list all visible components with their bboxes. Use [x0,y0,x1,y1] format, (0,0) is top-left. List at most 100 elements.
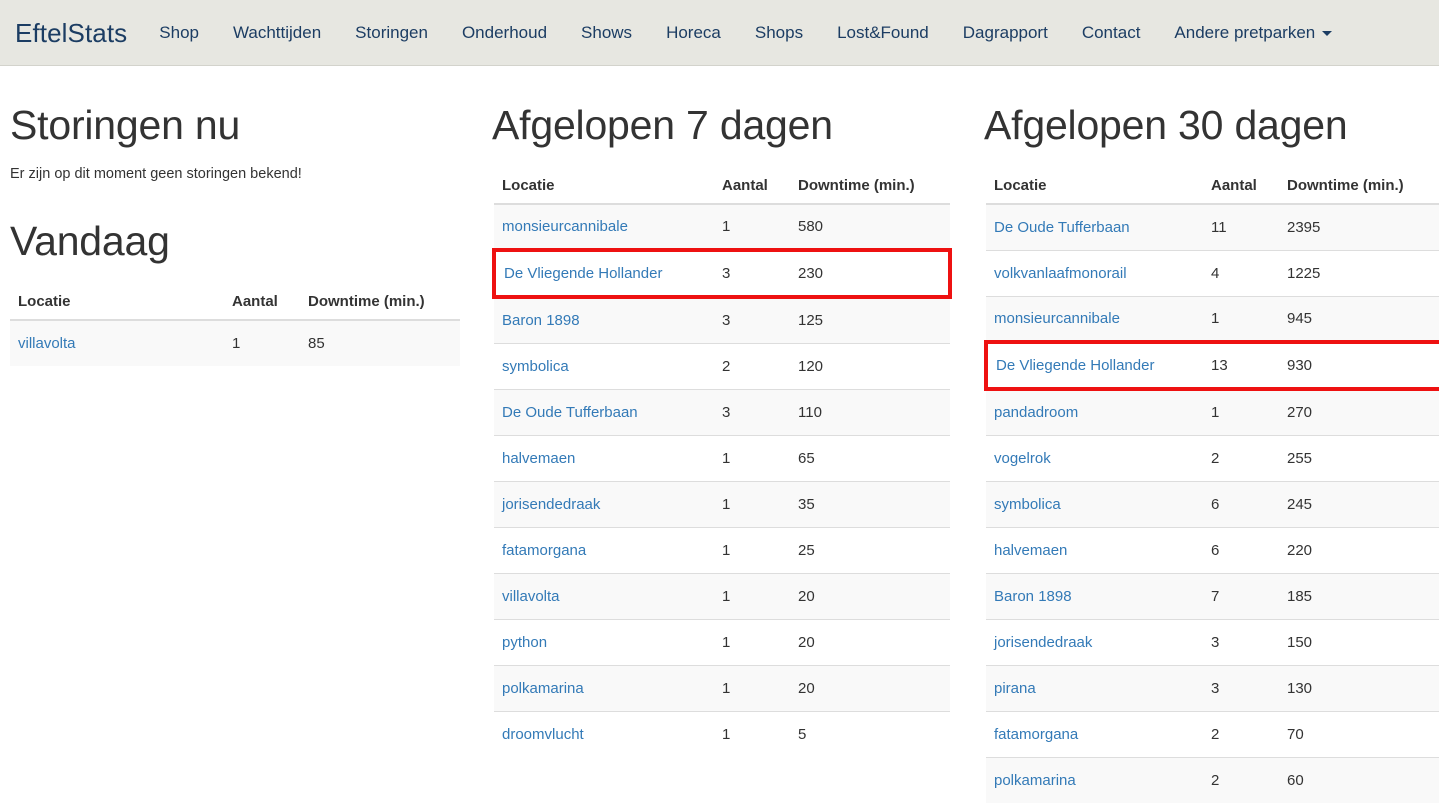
no-outages-notice: Er zijn op dit moment geen storingen bek… [10,164,460,185]
table-body: villavolta185 [10,320,460,366]
location-link[interactable]: villavolta [18,335,76,352]
cell-locatie: halvemaen [494,435,714,481]
table-row: De Oude Tufferbaan3110 [494,389,950,435]
navbar-brand[interactable]: EftelStats [9,20,142,46]
table-row: halvemaen6220 [986,527,1439,573]
table-vandaag: Locatie Aantal Downtime (min.) villavolt… [10,285,460,366]
cell-downtime: 65 [790,435,950,481]
table-row: jorisendedraak3150 [986,619,1439,665]
nav-item-storingen[interactable]: Storingen [338,24,445,41]
cell-downtime: 220 [1279,527,1439,573]
location-link[interactable]: jorisendedraak [994,634,1092,651]
cell-aantal: 6 [1203,481,1279,527]
main-container: Storingen nu Er zijn op dit moment geen … [0,66,1439,803]
nav-link-label[interactable]: Lost&Found [820,24,946,41]
column-header-aantal: Aantal [1203,169,1279,204]
location-link[interactable]: symbolica [502,358,569,375]
cell-downtime: 270 [1279,389,1439,435]
nav-item-wachttijden[interactable]: Wachttijden [216,24,338,41]
cell-aantal: 2 [714,343,790,389]
column-header-locatie: Locatie [10,285,224,320]
cell-downtime: 930 [1279,342,1439,389]
cell-locatie: symbolica [494,343,714,389]
nav-item-contact[interactable]: Contact [1065,24,1158,41]
cell-downtime: 35 [790,481,950,527]
table-row: symbolica6245 [986,481,1439,527]
location-link[interactable]: polkamarina [994,772,1076,789]
table-body: De Oude Tufferbaan112395 volkvanlaafmonor… [986,204,1439,803]
nav-item-shop[interactable]: Shop [142,24,216,41]
location-link[interactable]: symbolica [994,496,1061,513]
cell-downtime: 85 [300,320,460,366]
nav-link-label[interactable]: Storingen [338,24,445,41]
location-link[interactable]: monsieurcannibale [994,310,1120,327]
location-link[interactable]: vogelrok [994,450,1051,467]
table-row: jorisendedraak135 [494,481,950,527]
location-link[interactable]: volkvanlaafmonorail [994,265,1127,282]
column-afgelopen-7-dagen: Afgelopen 7 dagen Locatie Aantal Downtim… [490,66,980,757]
cell-locatie: jorisendedraak [986,619,1203,665]
location-link[interactable]: Baron 1898 [502,312,580,329]
nav-item-dagrapport[interactable]: Dagrapport [946,24,1065,41]
nav-link-label[interactable]: Dagrapport [946,24,1065,41]
cell-locatie: jorisendedraak [494,481,714,527]
location-link[interactable]: halvemaen [502,450,575,467]
nav-item-onderhoud[interactable]: Onderhoud [445,24,564,41]
table-row-highlighted: De Vliegende Hollander3230 [494,250,950,297]
navbar-menu: ShopWachttijdenStoringenOnderhoudShowsHo… [142,24,1349,41]
cell-downtime: 25 [790,527,950,573]
location-link[interactable]: python [502,634,547,651]
cell-downtime: 70 [1279,711,1439,757]
nav-link-label[interactable]: Shops [738,24,820,41]
nav-link-label[interactable]: Horeca [649,24,738,41]
nav-item-horeca[interactable]: Horeca [649,24,738,41]
location-link[interactable]: fatamorgana [994,726,1078,743]
cell-locatie: python [494,619,714,665]
location-link[interactable]: De Oude Tufferbaan [994,219,1130,236]
table-row: fatamorgana270 [986,711,1439,757]
nav-item-andere-pretparken[interactable]: Andere pretparken [1157,24,1349,41]
location-link[interactable]: De Oude Tufferbaan [502,404,638,421]
location-link[interactable]: villavolta [502,588,560,605]
nav-link-label[interactable]: Shows [564,24,649,41]
location-link[interactable]: jorisendedraak [502,496,600,513]
location-link[interactable]: halvemaen [994,542,1067,559]
location-link[interactable]: pirana [994,680,1036,697]
cell-downtime: 60 [1279,757,1439,803]
cell-locatie: polkamarina [494,665,714,711]
nav-dropdown-toggle[interactable]: Andere pretparken [1157,24,1349,41]
cell-aantal: 1 [1203,296,1279,342]
nav-item-shops[interactable]: Shops [738,24,820,41]
cell-locatie: symbolica [986,481,1203,527]
location-link[interactable]: Baron 1898 [994,588,1072,605]
column-header-downtime: Downtime (min.) [790,169,950,204]
location-link[interactable]: polkamarina [502,680,584,697]
cell-downtime: 5 [790,711,950,757]
nav-link-label[interactable]: Wachttijden [216,24,338,41]
table-row: pandadroom1270 [986,389,1439,435]
location-link[interactable]: monsieurcannibale [502,218,628,235]
table-row: De Oude Tufferbaan112395 [986,204,1439,250]
nav-link-label[interactable]: Shop [142,24,216,41]
cell-locatie: droomvlucht [494,711,714,757]
location-link[interactable]: De Vliegende Hollander [996,357,1154,374]
location-link[interactable]: pandadroom [994,404,1078,421]
nav-link-label[interactable]: Onderhoud [445,24,564,41]
location-link[interactable]: De Vliegende Hollander [504,265,662,282]
location-link[interactable]: droomvlucht [502,726,584,743]
cell-aantal: 1 [714,527,790,573]
page-title: Storingen nu [10,103,460,148]
column-header-locatie: Locatie [986,169,1203,204]
column-afgelopen-30-dagen: Afgelopen 30 dagen Locatie Aantal Downti… [980,66,1439,803]
table-row: vogelrok2255 [986,435,1439,481]
section-title-7-dagen: Afgelopen 7 dagen [492,103,952,148]
table-row: polkamarina120 [494,665,950,711]
nav-item-shows[interactable]: Shows [564,24,649,41]
column-header-aantal: Aantal [224,285,300,320]
nav-item-lost-found[interactable]: Lost&Found [820,24,946,41]
table-row: fatamorgana 125 [494,527,950,573]
location-link[interactable]: fatamorgana [502,542,586,559]
cell-downtime: 120 [790,343,950,389]
table-row: pirana3130 [986,665,1439,711]
nav-link-label[interactable]: Contact [1065,24,1158,41]
